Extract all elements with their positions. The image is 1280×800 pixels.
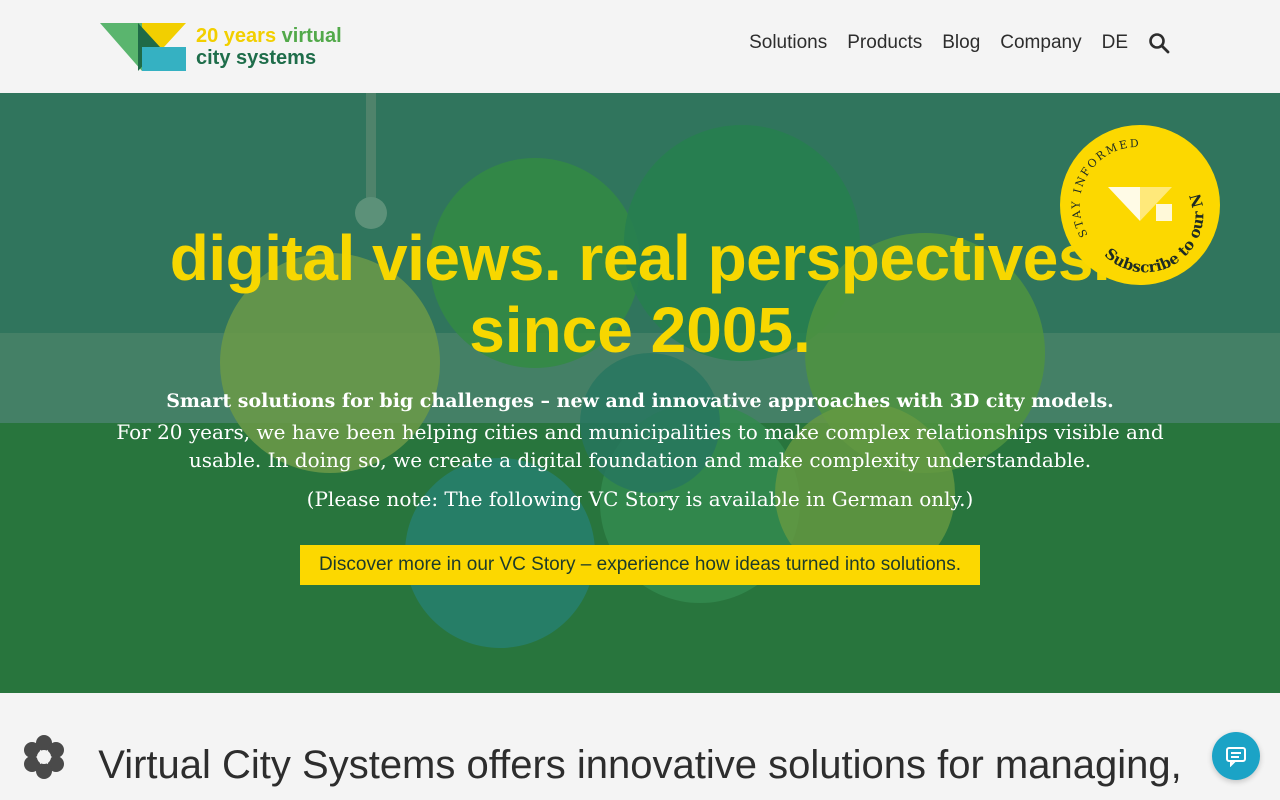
intro-section: Virtual City Systems offers innovative s… [0, 693, 1280, 800]
logo-city-systems: city systems [196, 47, 317, 69]
logo-years: 20 years [196, 25, 277, 47]
logo-virtual: virtual [281, 25, 342, 47]
logo[interactable]: 20 years virtual city systems [100, 22, 350, 72]
hero-description: For 20 years, we have been helping citie… [116, 420, 1164, 472]
nav-language-de[interactable]: DE [1102, 32, 1128, 54]
site-header: 20 years virtual city systems Solutions … [0, 0, 1280, 93]
nav-blog[interactable]: Blog [942, 32, 980, 54]
hero-section: digital views. real perspectives. since … [0, 93, 1280, 693]
hero-headline-line2: since 2005. [469, 294, 811, 366]
chat-button[interactable] [1212, 732, 1260, 780]
cookie-settings-icon[interactable] [20, 733, 68, 781]
search-icon[interactable] [1148, 32, 1170, 54]
newsletter-badge[interactable]: STAY INFORMED Subscribe to our Newslette… [1060, 125, 1220, 285]
logo-mark-icon [100, 23, 186, 71]
hero-note: (Please note: The following VC Story is … [306, 487, 974, 511]
nav-solutions[interactable]: Solutions [749, 32, 827, 54]
intro-title: Virtual City Systems offers innovative s… [98, 743, 1182, 787]
nav-products[interactable]: Products [847, 32, 922, 54]
vc-story-button[interactable]: Discover more in our VC Story – experien… [300, 545, 980, 585]
nav-company[interactable]: Company [1000, 32, 1081, 54]
logo-text: 20 years virtual city systems [196, 25, 342, 69]
hero-subheading: Smart solutions for big challenges – new… [166, 390, 1114, 412]
chat-icon [1226, 747, 1246, 767]
main-nav: Solutions Products Blog Company DE [749, 32, 1170, 54]
